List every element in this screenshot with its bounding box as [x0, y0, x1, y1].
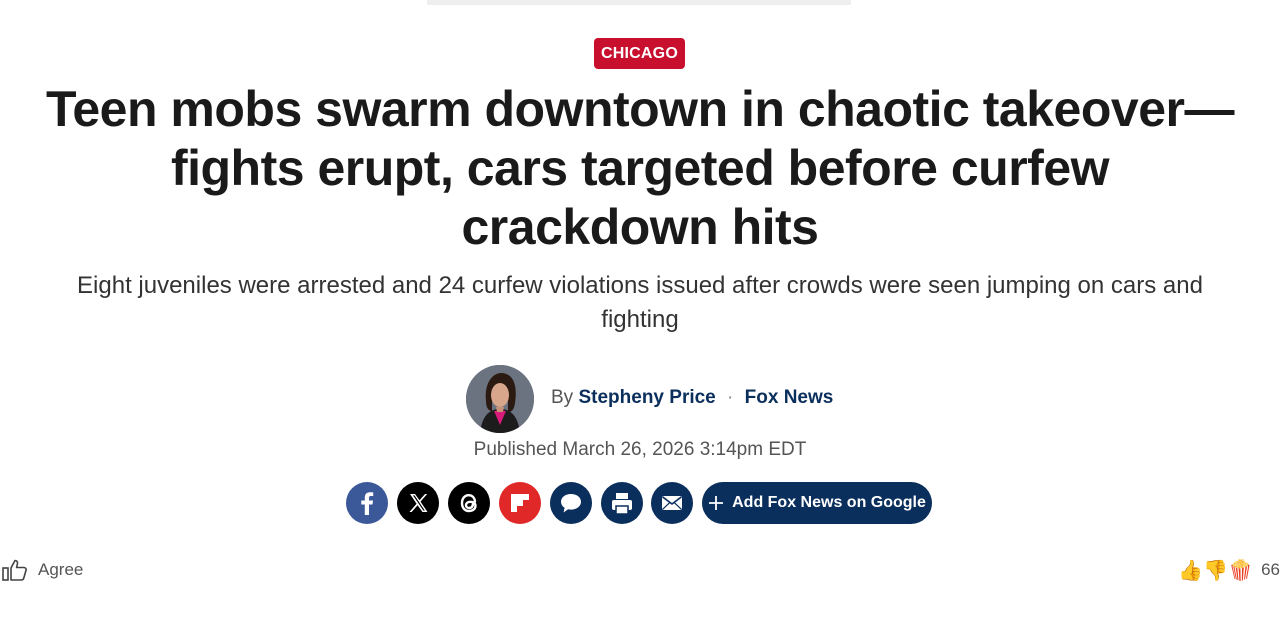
print-icon	[612, 493, 632, 515]
byline-prefix: By	[551, 387, 574, 408]
flipboard-icon	[511, 494, 529, 512]
flipboard-share-button[interactable]	[499, 482, 541, 524]
outlet-link[interactable]: Fox News	[745, 387, 834, 408]
byline: By Stepheny Price · Fox News	[551, 386, 833, 410]
facebook-icon	[361, 492, 374, 515]
email-share-button[interactable]	[651, 482, 693, 524]
add-fox-news-on-google-button[interactable]: Add Fox News on Google	[702, 482, 932, 524]
thumbs-up-icon	[2, 559, 27, 581]
reaction-count: 66	[1261, 560, 1280, 579]
comment-icon	[561, 494, 581, 513]
byline-separator: ·	[727, 387, 734, 408]
thumbs-down-reaction-icon: 👎	[1203, 559, 1229, 582]
email-icon	[662, 496, 682, 510]
published-date: Published March 26, 2026 3:14pm EDT	[473, 439, 807, 460]
article-headline: Teen mobs swarm downtown in chaotic take…	[46, 81, 1234, 255]
author-avatar[interactable]	[466, 365, 534, 433]
comment-button[interactable]	[550, 482, 592, 524]
agree-button[interactable]: Agree	[2, 557, 83, 583]
print-button[interactable]	[601, 482, 643, 524]
top-divider-bar	[427, 0, 851, 5]
thumbs-up-reaction-icon: 👍	[1178, 559, 1204, 582]
reaction-summary[interactable]: 👍 👎 🍿 66	[1178, 557, 1280, 583]
x-share-button[interactable]	[397, 482, 439, 524]
threads-share-button[interactable]	[448, 482, 490, 524]
agree-label: Agree	[38, 560, 84, 579]
x-icon	[409, 494, 428, 512]
add-fox-news-on-google-label: Add Fox News on Google	[732, 494, 926, 511]
article-subheadline: Eight juveniles were arrested and 24 cur…	[77, 272, 1203, 333]
threads-icon	[460, 493, 477, 513]
popcorn-reaction-icon: 🍿	[1228, 559, 1254, 582]
plus-icon	[709, 496, 724, 510]
author-link[interactable]: Stepheny Price	[578, 387, 715, 408]
facebook-share-button[interactable]	[346, 482, 388, 524]
category-badge[interactable]: CHICAGO	[594, 38, 685, 69]
